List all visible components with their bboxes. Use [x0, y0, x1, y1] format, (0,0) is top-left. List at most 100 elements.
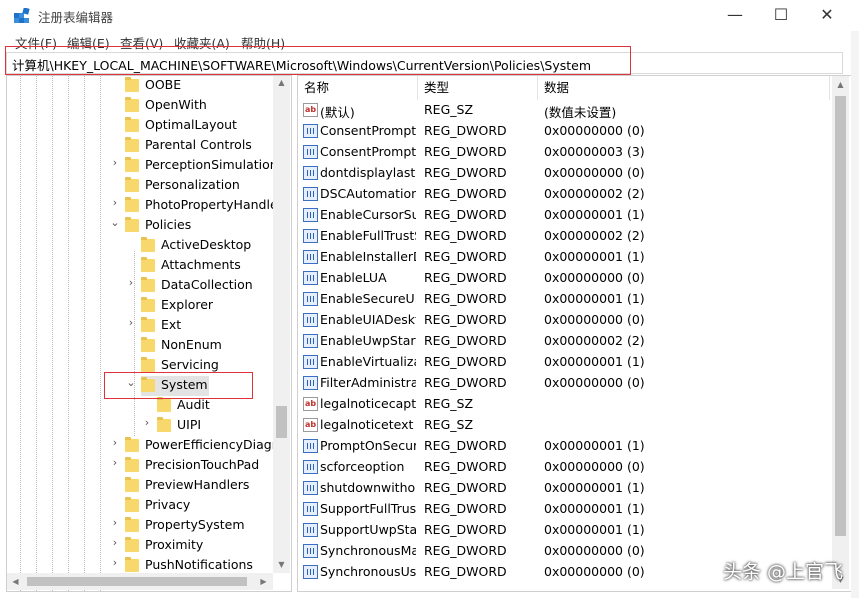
values-scroll-thumb[interactable] [835, 96, 846, 536]
tree-node[interactable]: › PrecisionTouchPad [113, 456, 273, 476]
tree-node-label: OOBE [145, 77, 182, 92]
scroll-right-arrow-icon[interactable]: ▶ [255, 577, 272, 586]
tree-node-label: DataCollection [161, 277, 253, 292]
expand-arrow-icon[interactable]: › [125, 316, 137, 329]
maximize-button[interactable]: ☐ [758, 0, 804, 31]
value-row[interactable]: EnableVirtualization REG_DWORD 0x00000001 … [298, 352, 830, 373]
expand-arrow-icon[interactable]: › [109, 156, 121, 169]
tree-node[interactable]: › PhotoPropertyHandle [113, 196, 278, 216]
dword-value-icon [303, 523, 318, 537]
scroll-down-arrow-icon[interactable]: ▼ [273, 560, 290, 569]
tree-node[interactable]: ⌄ Policies [110, 216, 273, 236]
dword-value-icon [303, 565, 318, 579]
tree-node[interactable]: › PowerEfficiencyDiagno [113, 436, 287, 456]
tree-node[interactable]: Attachments [141, 256, 273, 276]
value-row[interactable]: EnableUwpStartupTasks REG_DWORD 0x00000002… [298, 331, 830, 352]
folder-icon [125, 197, 139, 212]
minimize-button[interactable]: — [712, 0, 758, 31]
tree-node[interactable]: OptimalLayout [125, 116, 273, 136]
dword-value-icon [303, 187, 318, 201]
tree-node[interactable]: OpenWith [125, 96, 273, 116]
tree-node-label: Audit [177, 397, 210, 412]
value-type: REG_DWORD [424, 333, 507, 348]
expand-arrow-icon[interactable]: › [109, 456, 121, 469]
expand-arrow-icon[interactable]: › [109, 516, 121, 529]
tree-node[interactable]: › Ext [129, 316, 273, 336]
tree-node[interactable]: Parental Controls [125, 136, 273, 156]
folder-icon [125, 157, 139, 172]
scroll-up-arrow-icon[interactable]: ▲ [832, 80, 849, 89]
value-row[interactable]: scforceoption REG_DWORD 0x00000000 (0) [298, 457, 830, 478]
value-row[interactable]: PromptOnSecureDesktop REG_DWORD 0x00000001… [298, 436, 830, 457]
value-type: REG_DWORD [424, 459, 507, 474]
value-row[interactable]: ConsentPromptBehaviorAdmin REG_DWORD 0x000… [298, 121, 830, 142]
tree-node[interactable]: NonEnum [141, 336, 273, 356]
expand-arrow-icon[interactable]: › [109, 196, 121, 209]
value-row[interactable]: FilterAdministratorToken REG_DWORD 0x00000… [298, 373, 830, 394]
value-row[interactable]: ablegalnoticecaption REG_SZ [298, 394, 830, 415]
tree-node[interactable]: › PerceptionSimulationE [113, 156, 286, 176]
value-row[interactable]: SupportFullTrustStartupTasks REG_DWORD 0x0… [298, 499, 830, 520]
expand-arrow-icon[interactable]: › [109, 556, 121, 569]
expand-arrow-icon[interactable]: › [141, 416, 153, 429]
tree-node-label: Attachments [161, 257, 241, 272]
value-row[interactable]: ab legalnoticetext REG_SZ [298, 415, 830, 436]
tree-node[interactable]: › PropertySystem [113, 516, 273, 536]
tree-node[interactable]: Explorer [141, 296, 273, 316]
tree-vertical-scrollbar[interactable]: ▲ ▼ [273, 76, 290, 573]
column-header-type[interactable]: 类型 [418, 76, 538, 100]
tree-node[interactable]: PreviewHandlers [125, 476, 273, 496]
address-highlight-box [5, 46, 631, 75]
value-row[interactable]: EnableLUA REG_DWORD 0x00000000 (0) [298, 268, 830, 289]
scroll-left-arrow-icon[interactable]: ◀ [7, 577, 24, 586]
tree-node-label: ActiveDesktop [161, 237, 252, 252]
values-vertical-scrollbar[interactable]: ▲ ▼ [832, 76, 849, 589]
expand-arrow-icon[interactable]: › [109, 536, 121, 549]
values-list[interactable]: 名称 类型 数据 ab (默认) REG_SZ (数值未设置) ConsentPromp… [297, 75, 852, 592]
tree-node[interactable]: ActiveDesktop [141, 236, 273, 256]
expand-arrow-icon[interactable]: › [125, 276, 137, 289]
column-header-data[interactable]: 数据 [538, 76, 830, 100]
tree-node[interactable]: › DataCollection [129, 276, 273, 296]
value-row[interactable]: EnableFullTrustStartupTasks REG_DWORD 0x00… [298, 226, 830, 247]
folder-icon [125, 477, 139, 492]
window-title: 注册表编辑器 [38, 10, 114, 25]
value-row[interactable]: SupportUwpStartupTasks REG_DWORD 0x0000000… [298, 520, 830, 541]
key-tree[interactable]: OOBE OpenWith OptimalLayout Parental Contro… [6, 75, 292, 592]
value-name: legalnoticecaption [320, 396, 416, 411]
value-name: EnableFullTrustStartupTasks [320, 228, 416, 243]
dword-value-icon [303, 166, 318, 180]
value-row[interactable]: EnableSecureUIAPaths REG_DWORD 0x00000001 … [298, 289, 830, 310]
value-row[interactable]: ConsentPromptBehaviorUser REG_DWORD 0x0000… [298, 142, 830, 163]
expand-arrow-icon[interactable]: › [109, 436, 121, 449]
value-row[interactable]: EnableUIADesktopToggle REG_DWORD 0x0000000… [298, 310, 830, 331]
tree-node[interactable]: OOBE [125, 76, 273, 96]
value-row[interactable]: ab (默认) REG_SZ (数值未设置) [298, 100, 830, 121]
close-button[interactable]: ✕ [804, 0, 850, 31]
tree-node[interactable]: Audit [157, 396, 273, 416]
tree-node[interactable]: › Proximity [113, 536, 273, 556]
tree-hscroll-thumb[interactable] [27, 577, 247, 586]
tree-node[interactable]: Personalization [125, 176, 273, 196]
value-row[interactable]: dontdisplaylastusername REG_DWORD 0x000000… [298, 163, 830, 184]
collapse-arrow-icon[interactable]: ⌄ [109, 216, 121, 229]
tree-scroll-thumb[interactable] [276, 406, 287, 438]
tree-horizontal-scrollbar[interactable]: ◀ ▶ [7, 573, 273, 590]
value-type: REG_DWORD [424, 186, 507, 201]
value-data: 0x00000001 (1) [544, 291, 645, 306]
value-row[interactable]: DSCAutomationHostEnabled REG_DWORD 0x00000… [298, 184, 830, 205]
value-row[interactable]: shutdownwithoutlogon REG_DWORD 0x00000001 … [298, 478, 830, 499]
scroll-up-arrow-icon[interactable]: ▲ [273, 78, 290, 87]
tree-node[interactable]: Privacy [125, 496, 273, 516]
value-row[interactable]: EnableInstallerDetection REG_DWORD 0x00000… [298, 247, 830, 268]
folder-icon [125, 97, 139, 112]
tree-node-label: PerceptionSimulationE [145, 157, 286, 172]
folder-icon [125, 117, 139, 132]
tree-node[interactable]: › UIPI [145, 416, 273, 436]
dword-value-icon [303, 376, 318, 390]
folder-icon [157, 397, 171, 412]
folder-icon [125, 437, 139, 452]
value-row[interactable]: EnableCursorSuppression REG_DWORD 0x000000… [298, 205, 830, 226]
column-header-name[interactable]: 名称 [298, 76, 418, 100]
window-edge [851, 31, 859, 598]
